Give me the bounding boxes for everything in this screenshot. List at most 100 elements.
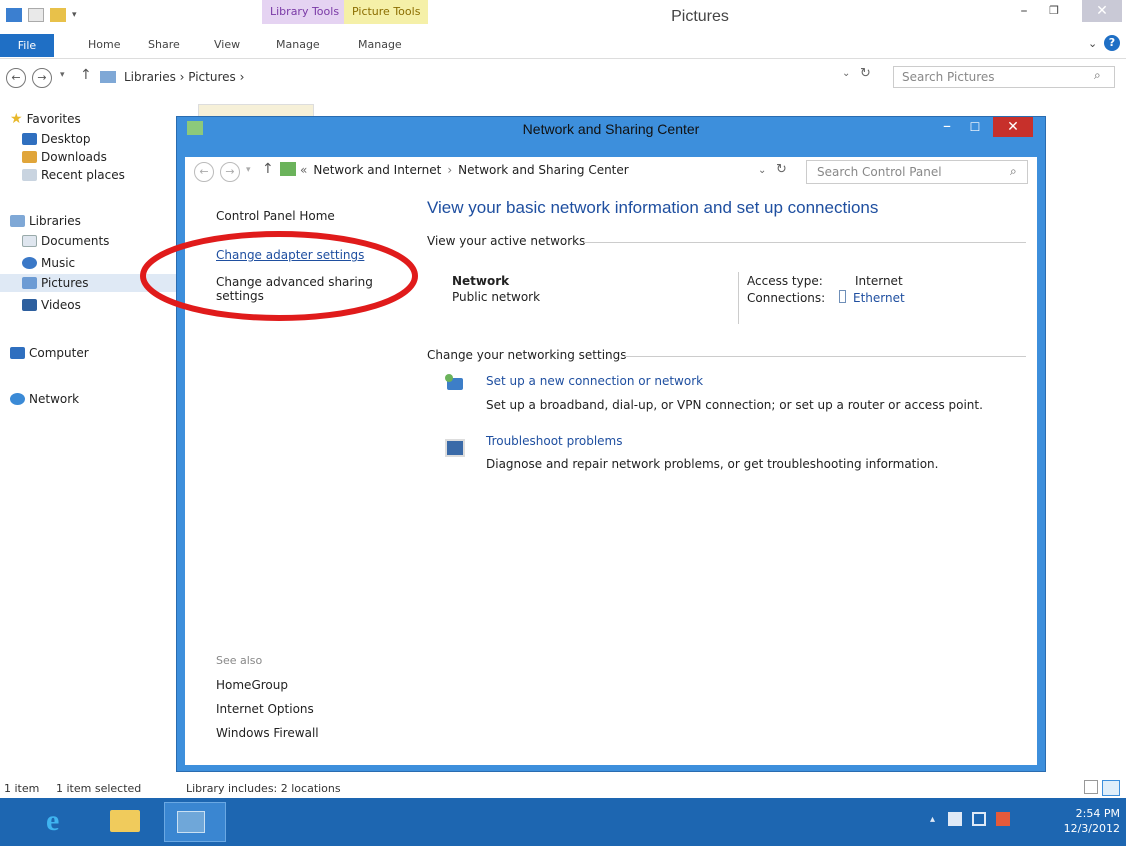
search-control-panel-input[interactable]: Search Control Panel — [806, 160, 1028, 184]
nav-documents[interactable]: Documents — [22, 232, 109, 250]
ie-icon: e — [46, 804, 60, 837]
control-panel-taskbar-button[interactable] — [164, 802, 226, 842]
nsc-up-arrow-icon[interactable]: ↑ — [262, 161, 274, 177]
taskbar-clock[interactable]: 2:54 PM 12/3/2012 — [1040, 806, 1120, 836]
nsc-title: Network and Sharing Center — [522, 121, 700, 137]
nsc-address-dropdown-icon[interactable]: ⌄ — [758, 165, 766, 176]
up-arrow-icon[interactable]: ↑ — [80, 67, 92, 83]
volume-tray-icon[interactable] — [996, 812, 1010, 826]
troubleshoot-icon — [445, 439, 465, 457]
search-pictures-input[interactable]: Search Pictures — [893, 66, 1115, 88]
network-icon — [10, 393, 25, 405]
new-folder-icon[interactable] — [50, 8, 66, 22]
address-dropdown-icon[interactable]: ⌄ — [842, 68, 850, 79]
file-explorer-taskbar-button[interactable] — [102, 802, 152, 842]
customize-qat-chevron-icon[interactable]: ▾ — [72, 10, 77, 20]
minimize-button[interactable]: – — [1010, 0, 1038, 22]
tab-manage-library[interactable]: Manage — [276, 38, 320, 51]
action-center-flag-icon[interactable] — [948, 812, 962, 826]
file-explorer-icon — [110, 810, 140, 832]
refresh-icon[interactable]: ↻ — [860, 66, 871, 81]
show-hidden-icons-icon[interactable]: ▴ — [930, 814, 935, 825]
status-item-count: 1 item — [4, 782, 40, 795]
nsc-refresh-icon[interactable]: ↻ — [776, 162, 787, 177]
documents-icon — [22, 235, 37, 247]
control-panel-icon — [280, 162, 296, 176]
tab-manage-picture[interactable]: Manage — [358, 38, 402, 51]
nsc-maximize-button[interactable]: ☐ — [965, 117, 985, 137]
breadcrumb-network-internet[interactable]: Network and Internet — [313, 163, 441, 177]
nsc-close-button[interactable]: ✕ — [993, 117, 1033, 137]
details-view-icon[interactable] — [1084, 780, 1098, 794]
recent-locations-chevron-icon[interactable]: ▾ — [60, 70, 65, 80]
control-panel-home-link[interactable]: Control Panel Home — [216, 209, 335, 223]
troubleshoot-problems-link[interactable]: Troubleshoot problems — [486, 434, 622, 448]
quick-access-toolbar: ▾ — [6, 8, 77, 22]
connections-label: Connections: — [747, 291, 826, 305]
ethernet-link[interactable]: Ethernet — [853, 291, 905, 305]
nav-computer[interactable]: Computer — [10, 344, 89, 362]
status-bar: 1 item 1 item selected Library includes:… — [0, 780, 1126, 798]
network-type-link[interactable]: Public network — [452, 290, 540, 304]
breadcrumb-network-sharing-center[interactable]: Network and Sharing Center — [458, 163, 629, 177]
tab-home[interactable]: Home — [88, 38, 120, 51]
network-tray-icon[interactable] — [972, 812, 986, 826]
nav-downloads[interactable]: Downloads — [22, 148, 107, 166]
nsc-search-icon[interactable]: ⌕ — [1010, 164, 1017, 179]
downloads-icon — [22, 151, 37, 163]
tab-file[interactable]: File — [0, 34, 54, 57]
nav-music[interactable]: Music — [22, 254, 75, 272]
clock-time: 2:54 PM — [1075, 807, 1120, 820]
active-networks-divider — [584, 242, 1026, 243]
star-icon: ★ — [10, 111, 23, 127]
recent-places-icon — [22, 169, 37, 181]
status-library-locations: Library includes: 2 locations — [186, 782, 341, 795]
highlight-ellipse — [140, 231, 418, 321]
nav-desktop[interactable]: Desktop — [22, 130, 91, 148]
troubleshoot-description: Diagnose and repair network problems, or… — [486, 457, 939, 471]
library-tools-context-label: Library Tools — [262, 0, 348, 24]
change-settings-divider — [624, 356, 1026, 357]
library-icon — [100, 71, 116, 83]
nav-favorites[interactable]: ★ Favorites — [10, 110, 81, 128]
back-icon[interactable]: ← — [6, 68, 26, 88]
breadcrumb-overflow[interactable]: « — [300, 163, 307, 177]
search-icon[interactable]: ⌕ — [1094, 68, 1101, 83]
navigation-pane: ★ Favorites Desktop Downloads Recent plac… — [0, 100, 176, 780]
computer-icon — [10, 347, 25, 359]
tab-view[interactable]: View — [214, 38, 240, 51]
nav-libraries[interactable]: Libraries — [10, 212, 81, 230]
nav-recent-places[interactable]: Recent places — [22, 166, 125, 184]
internet-explorer-taskbar-button[interactable]: e — [40, 802, 90, 842]
nsc-minimize-button[interactable]: – — [937, 117, 957, 137]
windows-firewall-link[interactable]: Windows Firewall — [216, 726, 319, 740]
control-panel-taskbar-icon — [177, 811, 205, 833]
maximize-button[interactable]: ❐ — [1040, 0, 1068, 22]
homegroup-link[interactable]: HomeGroup — [216, 678, 288, 692]
large-icons-view-icon[interactable] — [1102, 780, 1120, 796]
nsc-heading: View your basic network information and … — [427, 198, 879, 217]
expand-ribbon-icon[interactable]: ⌄ — [1088, 37, 1097, 50]
nav-videos[interactable]: Videos — [22, 296, 81, 314]
setup-new-connection-description: Set up a broadband, dial-up, or VPN conn… — [486, 398, 983, 412]
explorer-breadcrumb[interactable]: Libraries › Pictures › — [124, 70, 244, 84]
internet-options-link[interactable]: Internet Options — [216, 702, 314, 716]
explorer-app-icon — [6, 8, 22, 22]
tab-share[interactable]: Share — [148, 38, 180, 51]
change-networking-settings-label: Change your networking settings — [427, 348, 627, 362]
active-networks-label: View your active networks — [427, 234, 586, 248]
desktop-icon — [22, 133, 37, 145]
nsc-back-icon[interactable]: ← — [194, 162, 214, 182]
music-icon — [22, 257, 37, 269]
close-button[interactable]: ✕ — [1082, 0, 1122, 22]
nsc-recent-chevron-icon[interactable]: ▾ — [246, 165, 251, 175]
network-info-divider — [738, 272, 739, 324]
nsc-forward-icon[interactable]: → — [220, 162, 240, 182]
picture-tools-context-label: Picture Tools — [344, 0, 429, 24]
properties-icon[interactable] — [28, 8, 44, 22]
setup-new-connection-link[interactable]: Set up a new connection or network — [486, 374, 703, 388]
breadcrumb-separator: › — [447, 163, 453, 177]
forward-icon[interactable]: → — [32, 68, 52, 88]
help-icon[interactable]: ? — [1104, 35, 1120, 51]
nav-network[interactable]: Network — [10, 390, 79, 408]
